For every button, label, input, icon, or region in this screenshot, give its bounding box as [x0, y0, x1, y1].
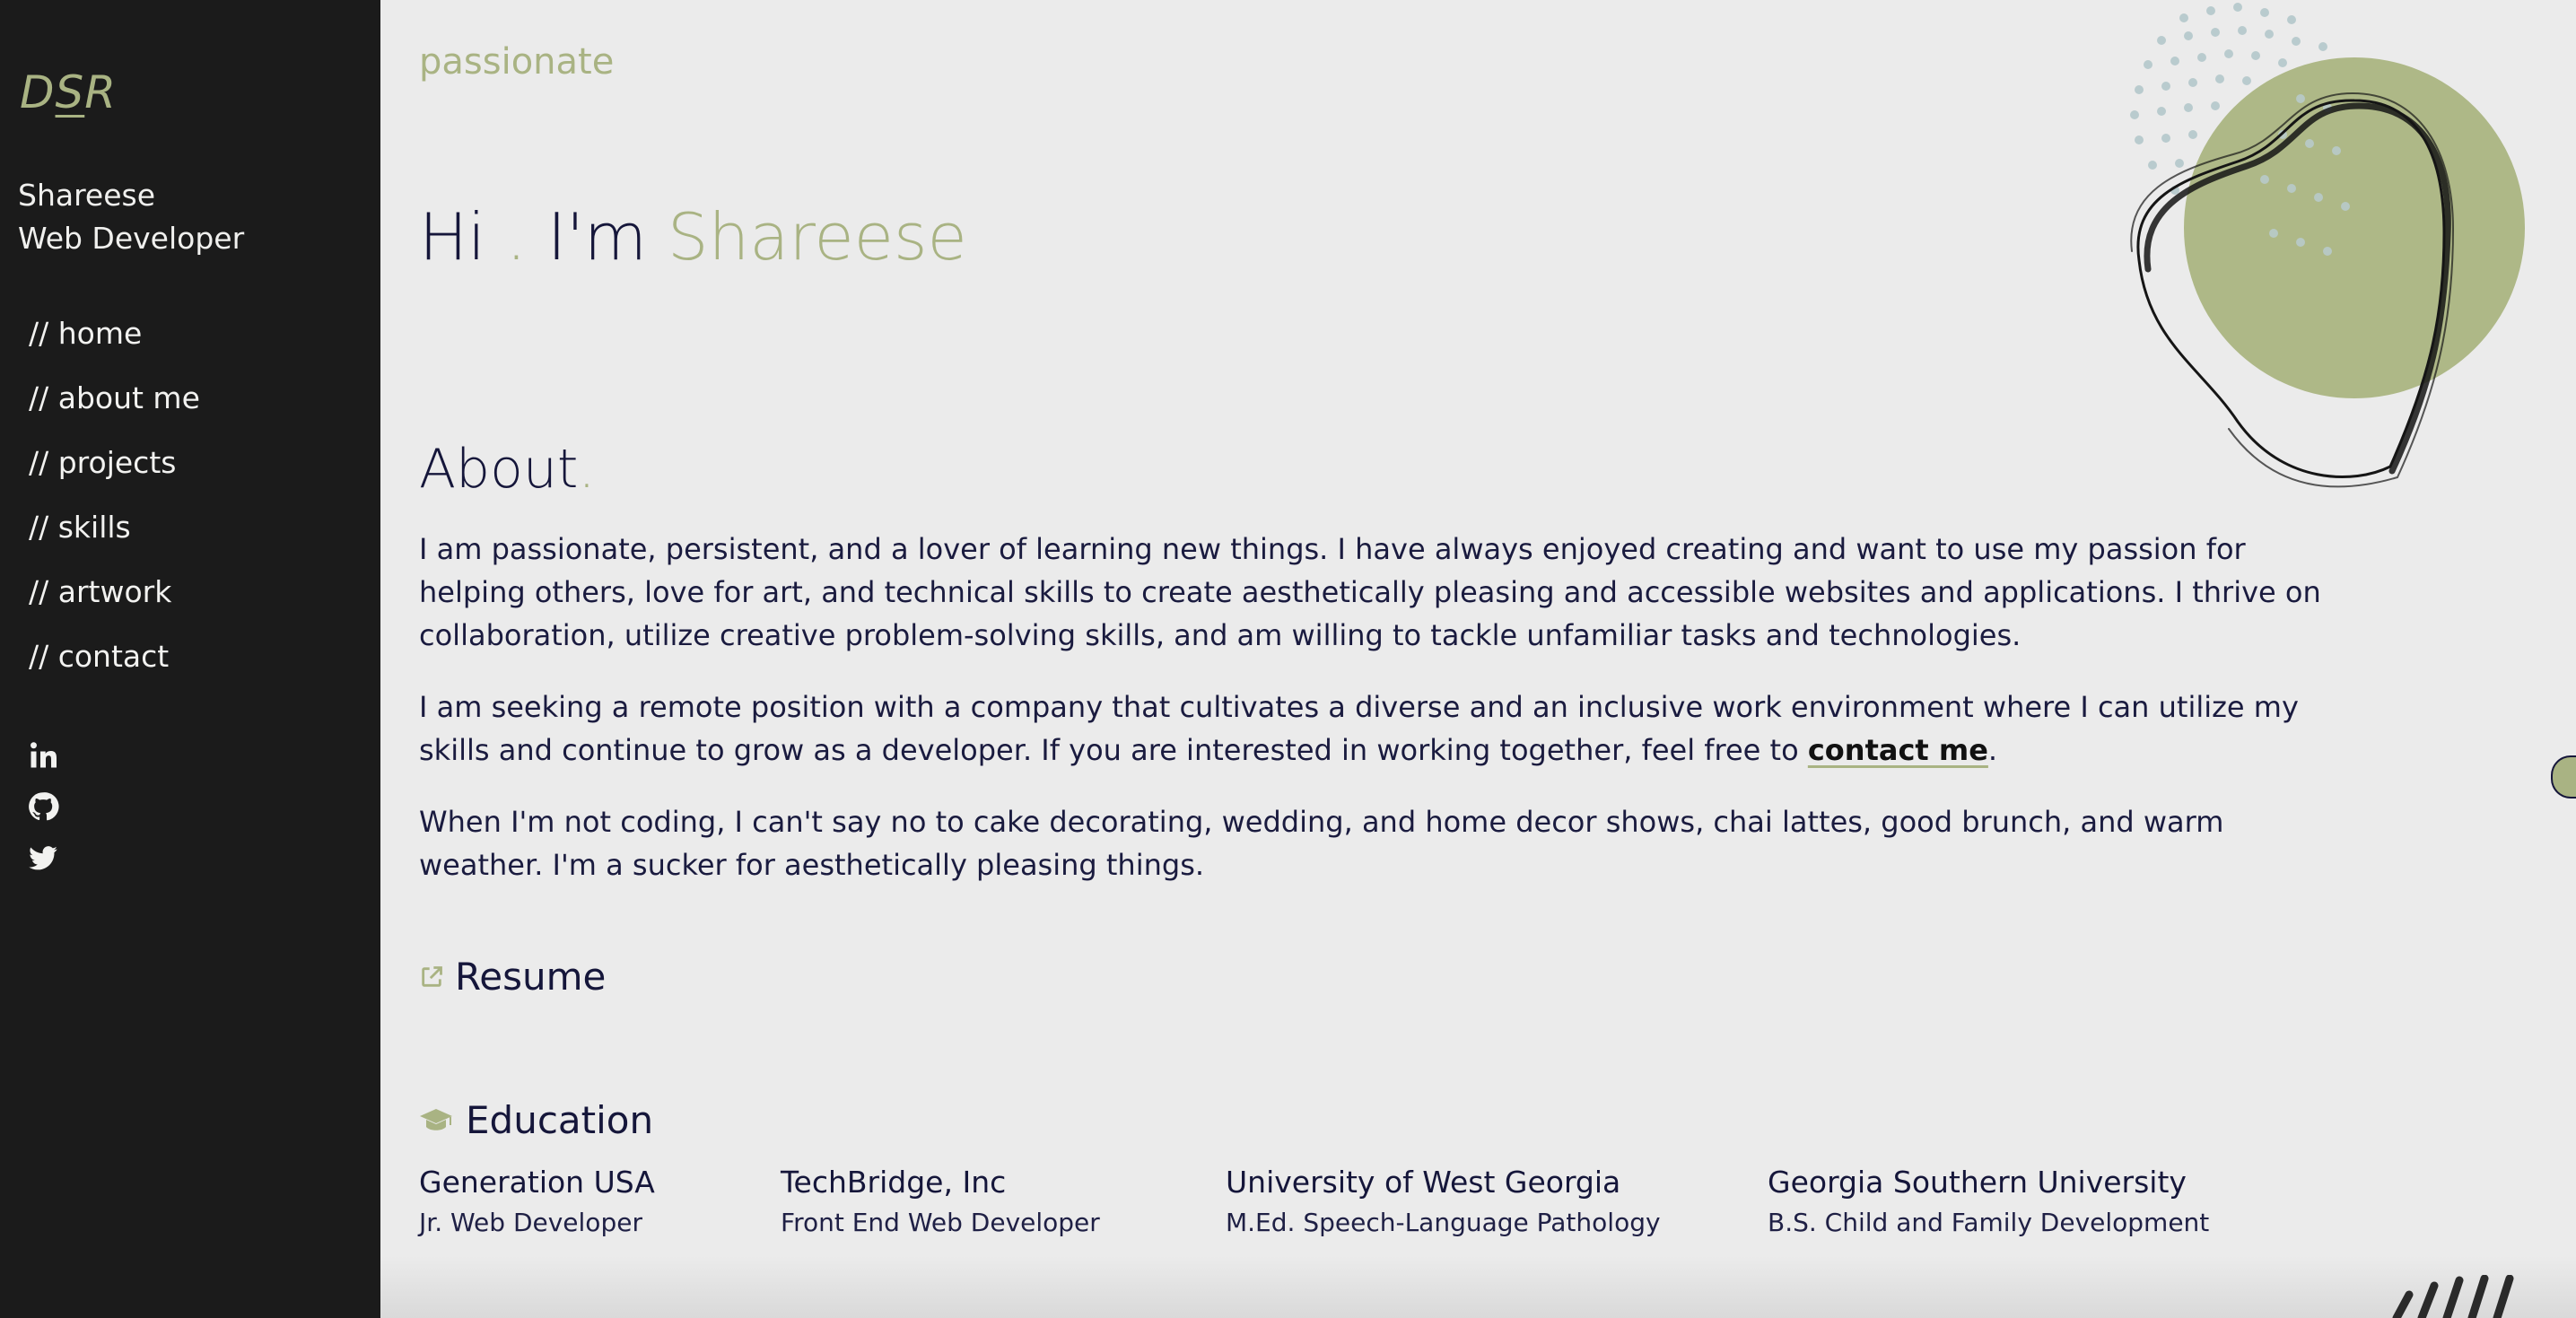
- logo-letter-s: S: [55, 66, 85, 118]
- education-item: Generation USA Jr. Web Developer: [419, 1161, 655, 1237]
- nav-contact[interactable]: // contact: [29, 632, 200, 696]
- profile-role: Web Developer: [18, 221, 245, 256]
- nav-artwork[interactable]: // artwork: [29, 567, 200, 632]
- about-paragraph-2-end: .: [1987, 733, 1998, 767]
- logo[interactable]: DSR: [20, 66, 117, 118]
- external-link-icon: [422, 965, 442, 987]
- github-icon[interactable]: [27, 790, 59, 823]
- resume-link[interactable]: Resume: [419, 955, 606, 999]
- decorative-stripes: [2392, 1275, 2514, 1318]
- hero-name: Shareese: [667, 199, 967, 275]
- twitter-icon[interactable]: [27, 842, 59, 874]
- education-degree: Front End Web Developer: [781, 1208, 1100, 1237]
- hero-dot: .: [506, 199, 527, 275]
- decorative-blob-illustration: [2130, 3, 2525, 488]
- about-heading-dot: .: [578, 438, 596, 501]
- about-heading: About.: [419, 438, 595, 501]
- main-content: passionate Hi . I'm Shareese About. I am…: [380, 0, 2576, 1318]
- hero-tagline: passionate: [419, 41, 615, 83]
- education-degree: M.Ed. Speech-Language Pathology: [1226, 1208, 1661, 1237]
- hero-heading: Hi . I'm Shareese: [419, 199, 967, 275]
- sidebar: DSR Shareese Web Developer // home // ab…: [0, 0, 380, 1318]
- social-links: [27, 739, 59, 893]
- nav-about-me[interactable]: // about me: [29, 373, 200, 438]
- education-heading: Education: [419, 1098, 653, 1142]
- profile-name: Shareese: [18, 178, 156, 213]
- education-heading-text: Education: [466, 1098, 654, 1142]
- about-paragraph-3: When I'm not coding, I can't say no to c…: [419, 805, 2224, 882]
- nav-projects[interactable]: // projects: [29, 438, 200, 502]
- education-degree: B.S. Child and Family Development: [1768, 1208, 2210, 1237]
- education-degree: Jr. Web Developer: [419, 1208, 642, 1237]
- resume-label: Resume: [455, 955, 607, 999]
- contact-me-link[interactable]: contact me: [1808, 733, 1988, 767]
- logo-letter-r: R: [84, 66, 118, 118]
- education-school: Georgia Southern University: [1768, 1165, 2187, 1200]
- profile-block: Shareese Web Developer: [18, 174, 244, 260]
- education-item: University of West Georgia M.Ed. Speech-…: [1226, 1161, 1661, 1237]
- education-school: University of West Georgia: [1226, 1165, 1621, 1200]
- linkedin-icon[interactable]: [27, 739, 59, 772]
- logo-letter-d: D: [20, 66, 56, 118]
- nav-skills[interactable]: // skills: [29, 502, 200, 567]
- education-item: TechBridge, Inc Front End Web Developer: [781, 1161, 1100, 1237]
- education-school: Generation USA: [419, 1165, 655, 1200]
- hero-greeting: Hi: [419, 199, 486, 275]
- about-paragraph-2-text: I am seeking a remote position with a co…: [419, 690, 2299, 767]
- education-item: Georgia Southern University B.S. Child a…: [1768, 1161, 2209, 1237]
- education-school: TechBridge, Inc: [781, 1165, 1007, 1200]
- graduation-cap-icon: [420, 1108, 452, 1130]
- about-paragraph-2: I am seeking a remote position with a co…: [419, 685, 2321, 772]
- about-paragraph-1: I am passionate, persistent, and a lover…: [419, 532, 2321, 652]
- sidebar-nav: // home // about me // projects // skill…: [29, 309, 200, 696]
- about-heading-text: About: [419, 438, 579, 501]
- hero-im: I'm: [546, 199, 647, 275]
- page-bottom-fade: [380, 1256, 2576, 1318]
- nav-home[interactable]: // home: [29, 309, 200, 373]
